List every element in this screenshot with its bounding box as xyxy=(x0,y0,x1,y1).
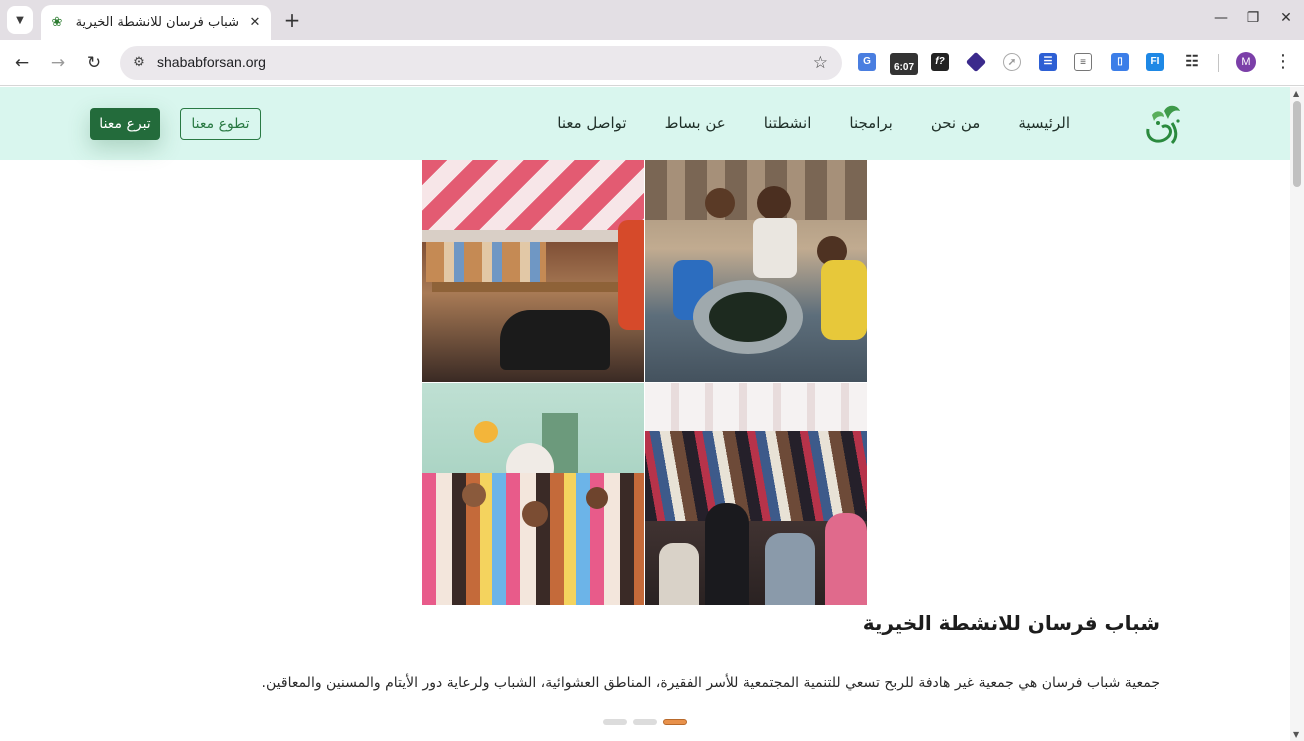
nav-contact[interactable]: تواصل معنا xyxy=(557,114,626,132)
restore-icon[interactable]: ❐ xyxy=(1243,10,1263,26)
tab-title: شباب فرسان للانشطة الخيرية xyxy=(75,15,239,30)
layers-extension-icon[interactable] xyxy=(965,51,987,73)
nav-activities[interactable]: انشطتنا xyxy=(764,114,812,132)
carousel-dot-2[interactable] xyxy=(633,719,657,725)
copy-extension-icon[interactable]: ▯ xyxy=(1111,53,1129,71)
hero-description: جمعية شباب فرسان هي جمعية غير هادفة للرب… xyxy=(261,675,1160,691)
toolbar-divider xyxy=(1218,54,1219,72)
photo-kids-mascot xyxy=(422,383,644,605)
browser-tab-active[interactable]: ❀ شباب فرسان للانشطة الخيرية ✕ xyxy=(41,5,271,40)
photo-children-water-tank xyxy=(645,160,867,382)
url-text[interactable]: shababforsan.org xyxy=(157,54,266,70)
hero-title: شباب فرسان للانشطة الخيرية xyxy=(862,611,1160,635)
carousel-indicators xyxy=(603,719,687,725)
carousel-dot-1[interactable] xyxy=(603,719,627,725)
nav-about[interactable]: من نحن xyxy=(931,114,981,132)
carousel-dot-3-active[interactable] xyxy=(663,719,687,725)
fi-extension-icon[interactable]: FI xyxy=(1146,53,1164,71)
hero-photo-collage xyxy=(422,160,867,605)
volunteer-button[interactable]: تطوع معنا xyxy=(180,108,261,140)
scrollbar-thumb[interactable] xyxy=(1293,101,1301,187)
site-favicon-icon: ❀ xyxy=(51,14,63,30)
minimize-icon[interactable]: — xyxy=(1211,10,1231,26)
site-header: الرئيسية من نحن برامجنا انشطتنا عن بساط … xyxy=(0,87,1290,160)
shabab-forsan-logo[interactable] xyxy=(1138,99,1186,149)
address-bar[interactable]: ⚙ shababforsan.org ☆ xyxy=(120,46,842,80)
extensions-puzzle-icon[interactable]: ☷ xyxy=(1183,53,1201,71)
clipboard-extension-icon[interactable]: ≡ xyxy=(1074,53,1092,71)
forward-arrow-icon[interactable]: → xyxy=(46,51,70,75)
scroll-up-arrow-icon[interactable]: ▲ xyxy=(1293,89,1299,98)
window-close-icon[interactable]: ✕ xyxy=(1276,10,1296,26)
document-extension-icon[interactable]: ☰ xyxy=(1039,53,1057,71)
back-arrow-icon[interactable]: ← xyxy=(10,51,34,75)
new-tab-plus-icon[interactable]: + xyxy=(282,9,302,31)
compass-extension-icon[interactable]: ➚ xyxy=(1003,53,1021,71)
nav-programs[interactable]: برامجنا xyxy=(849,114,892,132)
nav-about-besat[interactable]: عن بساط xyxy=(665,114,726,132)
translate-extension-icon[interactable]: G xyxy=(858,53,876,71)
browser-toolbar: ← → ↻ ⚙ shababforsan.org ☆ G 6:07 f? ➚ ☰… xyxy=(0,40,1304,86)
browser-tabstrip: ▼ ❀ شباب فرسان للانشطة الخيرية ✕ + — ❐ ✕ xyxy=(0,0,1304,40)
browser-menu-icon[interactable]: ⋮ xyxy=(1274,51,1292,73)
profile-avatar[interactable]: M xyxy=(1236,52,1256,72)
nav-home[interactable]: الرئيسية xyxy=(1018,114,1070,132)
scroll-down-arrow-icon[interactable]: ▼ xyxy=(1293,730,1299,739)
font-extension-icon[interactable]: f? xyxy=(931,53,949,71)
page-scrollbar[interactable]: ▲ ▼ xyxy=(1290,87,1304,741)
photo-clothing-distribution xyxy=(645,383,867,605)
site-settings-icon[interactable]: ⚙ xyxy=(130,54,148,72)
page-viewport: الرئيسية من نحن برامجنا انشطتنا عن بساط … xyxy=(0,87,1290,741)
tab-search-chevron-icon[interactable]: ▼ xyxy=(7,6,33,34)
reload-icon[interactable]: ↻ xyxy=(82,51,106,75)
donate-button[interactable]: تبرع معنا xyxy=(90,108,160,140)
tab-close-icon[interactable]: ✕ xyxy=(247,15,263,31)
bookmark-star-icon[interactable]: ☆ xyxy=(813,53,828,73)
photo-medical-supplies xyxy=(422,160,644,382)
timer-badge-text: 6:07 xyxy=(893,62,914,73)
timer-extension-icon[interactable]: 6:07 xyxy=(890,53,918,75)
main-nav: الرئيسية من نحن برامجنا انشطتنا عن بساط … xyxy=(519,114,1070,132)
